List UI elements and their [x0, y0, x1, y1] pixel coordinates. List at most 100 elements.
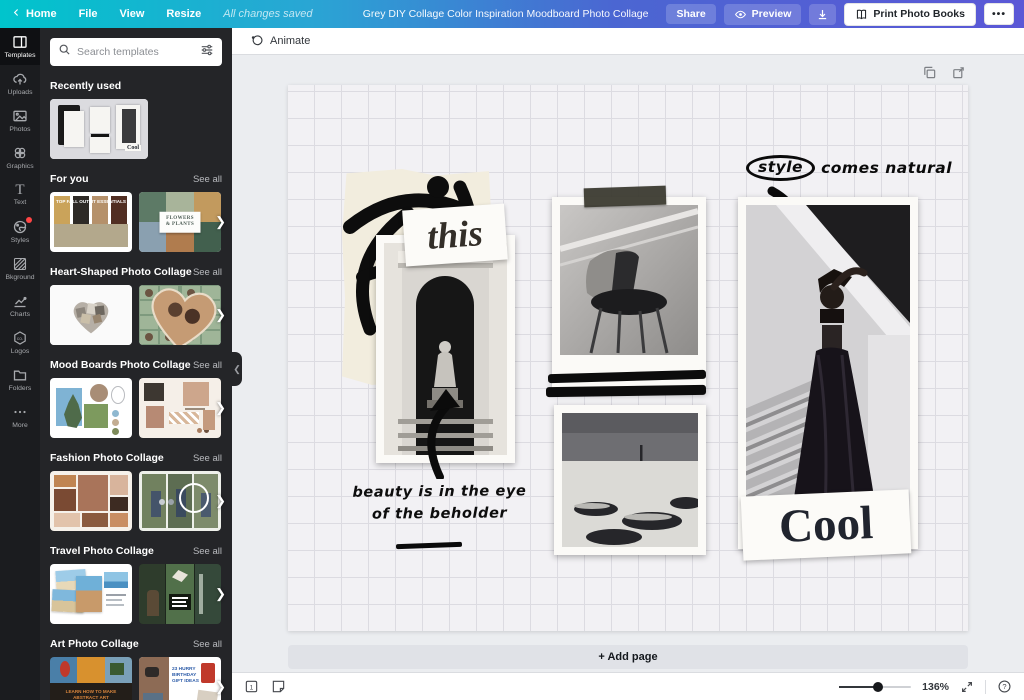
print-photo-books-button[interactable]: Print Photo Books: [844, 3, 976, 26]
print-photo-books-label: Print Photo Books: [873, 8, 965, 20]
carousel-chevron-icon[interactable]: ❯: [215, 679, 226, 695]
preview-button[interactable]: Preview: [724, 4, 802, 25]
see-all-travel[interactable]: See all: [193, 546, 222, 557]
collage-beauty-quote[interactable]: beauty is in the eye of the beholder: [332, 480, 547, 527]
this-text: this: [426, 212, 484, 259]
template-thumb-travel-jungle[interactable]: [139, 564, 221, 624]
text-label: Text: [14, 199, 26, 206]
section-title-art: Art Photo Collage: [50, 638, 139, 650]
graphics-label: Graphics: [6, 163, 33, 170]
share-button[interactable]: Share: [666, 4, 715, 24]
sidebar-item-folders[interactable]: Folders: [0, 361, 40, 398]
template-thumb-flowers-plants[interactable]: FLOWERS & PLANTS: [139, 192, 221, 252]
template-thumb-heart-couple[interactable]: [139, 285, 221, 345]
design-page[interactable]: this beauty is in the eye of the beholde…: [288, 85, 968, 631]
sidebar-item-templates[interactable]: Templates: [0, 28, 40, 65]
upload-cloud-icon: [12, 71, 28, 87]
collage-style-quote[interactable]: style comes natural: [746, 155, 952, 181]
collage-this-label[interactable]: this: [402, 204, 508, 267]
sidebar-item-graphics[interactable]: Graphics: [0, 139, 40, 176]
download-button[interactable]: [809, 4, 836, 25]
charts-label: Charts: [10, 311, 30, 318]
templates-icon: [12, 34, 28, 50]
see-all-heart[interactable]: See all: [193, 267, 222, 278]
photo-icon: [12, 108, 28, 124]
template-thumb-fashion-terracotta[interactable]: [50, 471, 132, 531]
sidebar-item-uploads[interactable]: Uploads: [0, 65, 40, 102]
section-title-for-you: For you: [50, 173, 89, 185]
notes-icon[interactable]: [271, 679, 286, 694]
zoom-slider[interactable]: [839, 686, 911, 688]
canvas-area: Animate: [232, 28, 1024, 700]
panel-collapse-handle[interactable]: ❮: [232, 352, 242, 386]
export-page-icon[interactable]: [951, 65, 966, 85]
underline-stroke[interactable]: [396, 542, 462, 549]
template-thumb-recently-used[interactable]: Cool: [50, 99, 148, 159]
template-thumb-fall-outfit[interactable]: TOP FALL OUTFIT ESSENTIALS: [50, 192, 132, 252]
template-thumb-mood-beige[interactable]: [139, 378, 221, 438]
home-button[interactable]: Home: [12, 8, 57, 20]
fullscreen-icon[interactable]: [960, 680, 974, 694]
marker-stroke[interactable]: [546, 385, 706, 397]
zoom-slider-knob[interactable]: [873, 682, 883, 692]
thumb-art: [139, 285, 221, 345]
search-input[interactable]: [77, 46, 194, 58]
collage-photo-dunes[interactable]: [554, 405, 706, 555]
menu-file[interactable]: File: [79, 8, 98, 20]
carousel-chevron-icon[interactable]: ❯: [215, 307, 226, 323]
sidebar-item-logos[interactable]: co. Logos: [0, 324, 40, 361]
template-thumb-fashion-circle[interactable]: [139, 471, 221, 531]
sidebar-item-more[interactable]: More: [0, 398, 40, 435]
chevron-left-icon: [12, 8, 21, 20]
sidebar-item-photos[interactable]: Photos: [0, 102, 40, 139]
dunes-photo-art: [562, 413, 698, 547]
filter-sliders-icon[interactable]: [200, 43, 214, 62]
animate-label: Animate: [270, 35, 310, 47]
carousel-chevron-icon[interactable]: ❯: [215, 214, 226, 230]
template-thumb-birthday-gifts[interactable]: 23 HURRY BIRTHDAY GIFT IDEAS: [139, 657, 221, 700]
uploads-label: Uploads: [8, 89, 33, 96]
section-title-travel: Travel Photo Collage: [50, 545, 154, 557]
duplicate-page-icon[interactable]: [922, 65, 937, 85]
collage-tape[interactable]: [584, 186, 667, 208]
cool-text: Cool: [778, 496, 874, 554]
carousel-chevron-icon[interactable]: ❯: [215, 493, 226, 509]
beauty-line-2: of the beholder: [332, 503, 547, 527]
carousel-chevron-icon[interactable]: ❯: [215, 400, 226, 416]
sidebar-item-background[interactable]: Bkground: [0, 250, 40, 287]
sidebar-item-charts[interactable]: Charts: [0, 287, 40, 324]
see-all-fashion[interactable]: See all: [193, 453, 222, 464]
menu-resize[interactable]: Resize: [166, 8, 201, 20]
add-page-button[interactable]: + Add page: [288, 645, 968, 669]
sidebar-item-styles[interactable]: Styles: [0, 213, 40, 250]
template-thumb-travel-beach[interactable]: [50, 564, 132, 624]
document-title[interactable]: Grey DIY Collage Color Inspiration Moodb…: [363, 8, 649, 20]
see-all-for-you[interactable]: See all: [193, 174, 222, 185]
page-list-icon[interactable]: 1: [244, 679, 259, 694]
sidebar-item-text[interactable]: T Text: [0, 176, 40, 213]
see-all-art[interactable]: See all: [193, 639, 222, 650]
photos-label: Photos: [9, 126, 30, 133]
top-bar: Home File View Resize All changes saved …: [0, 0, 1024, 28]
graphics-icon: [12, 145, 28, 161]
collage-cool-label[interactable]: Cool: [741, 489, 912, 560]
add-page-label: + Add page: [598, 651, 657, 663]
status-bar: 1 136% ?: [232, 672, 1024, 700]
animate-button[interactable]: Animate: [242, 30, 318, 53]
carousel-chevron-icon[interactable]: ❯: [215, 586, 226, 602]
save-status: All changes saved: [223, 8, 312, 20]
book-icon: [855, 8, 868, 21]
collage-photo-chair[interactable]: [552, 197, 706, 393]
animate-icon: [250, 33, 264, 50]
style-rest-text: comes natural: [821, 159, 952, 177]
background-label: Bkground: [5, 274, 34, 281]
template-thumb-heart-white[interactable]: [50, 285, 132, 345]
template-thumb-mood-blue[interactable]: [50, 378, 132, 438]
menu-view[interactable]: View: [120, 8, 145, 20]
template-thumb-abstract-art[interactable]: LEARN HOW TO MAKE ABSTRACT ART: [50, 657, 132, 700]
arrow-up-icon[interactable]: [416, 387, 468, 484]
help-icon[interactable]: ?: [997, 679, 1012, 694]
more-options-button[interactable]: •••: [984, 3, 1014, 25]
svg-text:?: ?: [1002, 682, 1006, 691]
see-all-mood[interactable]: See all: [193, 360, 222, 371]
